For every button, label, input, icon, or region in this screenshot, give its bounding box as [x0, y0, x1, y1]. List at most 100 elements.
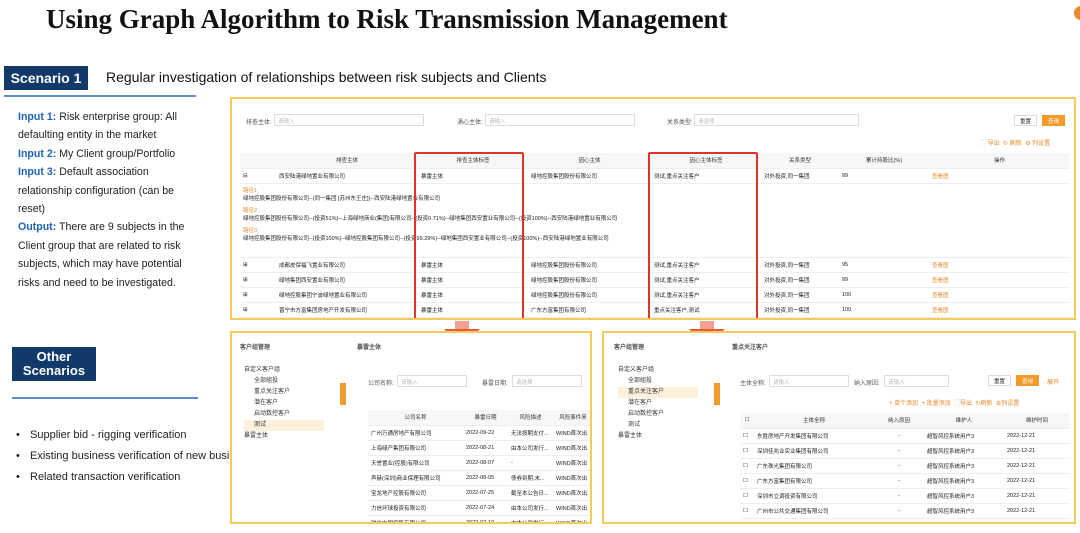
expand-button[interactable]: 展开: [1047, 377, 1059, 386]
focus-subject-input[interactable]: 请输入: [485, 114, 635, 126]
scenario1-badge: Scenario 1: [4, 66, 88, 90]
table-row: ☐ 东胜房地产开发集团有限公司 - 超智风控系统用户3 2022-12-21: [740, 428, 1070, 444]
query-button[interactable]: 查询: [1042, 115, 1066, 126]
column-header[interactable]: 暴雷日期: [463, 410, 508, 426]
tree-item[interactable]: 全部組投: [618, 376, 698, 387]
table-tools: + 单个添加 + 批量添加 ⬚导出 ↻刷新 ⚙列设置: [889, 398, 1019, 407]
table-row: 天誉置业(控股)有限公司 2022-08-07- WIND首次出: [368, 455, 590, 471]
tree-item[interactable]: 潜在客户: [244, 398, 324, 409]
add-batch-button[interactable]: + 批量添加: [922, 401, 951, 407]
expand-toggle[interactable]: ⊞: [240, 272, 276, 288]
table-row: 广州万通房地产有限公司 2022-09-22 无法按期支付... WIND首次出: [368, 425, 590, 441]
panel-header: 客户组管理: [614, 345, 645, 351]
list-item: Related transaction verification: [16, 467, 206, 488]
top-screenshot-panel: 排查主体: 请输入 涌心主体: 请输入 关系类型: 请选择 重置 查询 ⬚ 导出…: [230, 97, 1076, 320]
column-header[interactable]: 维护人: [924, 413, 1004, 429]
slide-title: Using Graph Algorithm to Risk Transmissi…: [46, 4, 728, 34]
column-header[interactable]: 风险描述: [508, 410, 553, 426]
tree-item[interactable]: 启动数控客户: [618, 409, 698, 420]
refresh-button[interactable]: 刷新: [1010, 141, 1022, 147]
table-row: ☐ 广东方富集团有限公司 - 超智风控系统用户3 2022-12-21: [740, 473, 1070, 489]
tree-item-selected[interactable]: 重点关注客户: [618, 387, 698, 398]
input1-label: Input 1:: [18, 111, 57, 123]
row-checkbox[interactable]: ☐: [740, 458, 754, 474]
reset-button[interactable]: 重置: [988, 375, 1012, 386]
reset-button[interactable]: 重置: [1014, 115, 1038, 126]
right-screenshot-panel: 客户组管理 重点关注客户 自定义客户组 全部組投 重点关注客户 潜在客户 启动数…: [602, 331, 1076, 524]
table-row: ☐ 广东珠光集团有限公司 - 超智风控系统用户3 2022-12-21: [740, 458, 1070, 474]
table-row: 融信中国控股有限公司 2022-07-10 由本公司发行... WIND首次出: [368, 515, 590, 522]
view-graph-link[interactable]: 查看图: [929, 302, 1070, 318]
table-row: 力信环球投资有限公司 2022-07-24 由本公司发行... WIND首次出: [368, 500, 590, 516]
tree-root[interactable]: 自定义客户组: [244, 365, 324, 376]
table-tools: ⬚ 导出 ↻ 刷新 ⚙ 列设置: [980, 138, 1050, 147]
left-screenshot-panel: 客户组管理 暴雷主体 自定义客户组 全部組投 重点关注客户 潜在客户 启动数控客…: [230, 331, 592, 524]
view-graph-link[interactable]: 查看图: [929, 257, 1070, 273]
column-header[interactable]: 累计持股比(%): [839, 153, 929, 169]
column-header[interactable]: 因心主体: [528, 153, 651, 169]
query-button[interactable]: 查询: [1016, 375, 1040, 386]
tree-item[interactable]: 暴雷主体: [618, 431, 698, 442]
expand-toggle[interactable]: ⊞: [240, 302, 276, 318]
expand-toggle[interactable]: ⊞: [240, 257, 276, 273]
column-header[interactable]: 排查主体: [276, 153, 418, 169]
row-checkbox[interactable]: ☐: [740, 488, 754, 504]
input2-text: My Client group/Portfolio: [59, 147, 176, 160]
export-button[interactable]: 导出: [988, 141, 1000, 147]
tree-item[interactable]: 全部組投: [244, 376, 324, 387]
relation-type-select[interactable]: 请选择: [694, 114, 859, 126]
column-header[interactable]: 公司名称: [368, 410, 463, 426]
table-row: 上海绿产集团有限公司 2022-08-21 由本公司发行... WIND首次出: [368, 440, 590, 456]
tree-item-selected[interactable]: 测试: [244, 420, 324, 431]
refresh-icon[interactable]: ↻: [1003, 141, 1008, 147]
filter-label: 涌心主体:: [457, 120, 483, 126]
row-checkbox[interactable]: ☐: [740, 428, 754, 444]
column-header[interactable]: 风险事件来: [553, 410, 590, 426]
row-checkbox[interactable]: ☐: [740, 443, 754, 459]
row-checkbox[interactable]: ☐: [740, 503, 754, 519]
select-all-checkbox[interactable]: ☐: [740, 413, 754, 429]
subject-input[interactable]: 请输入: [274, 114, 424, 126]
view-graph-link[interactable]: 查看图: [929, 287, 1070, 303]
group-tree: 自定义客户组 全部組投 重点关注客户 潜在客户 启动数控客户 测试 暴雷主体: [618, 365, 698, 442]
divider: [12, 397, 198, 399]
subject-name-input[interactable]: 请输入: [769, 375, 849, 387]
default-table: 公司名称 暴雷日期 风险描述 风险事件来 广州万通房地产有限公司 2022-09-22 无…: [368, 410, 590, 522]
input2-label: Input 2:: [18, 147, 57, 160]
expand-toggle[interactable]: ⊞: [240, 287, 276, 303]
splitter-handle[interactable]: [340, 383, 346, 405]
add-single-button[interactable]: + 单个添加: [889, 401, 918, 407]
tree-root[interactable]: 自定义客户组: [618, 365, 698, 376]
tree-item[interactable]: 测试: [618, 420, 698, 431]
refresh-button[interactable]: 刷新: [980, 401, 992, 407]
tree-item[interactable]: 潜在客户: [618, 398, 698, 409]
view-graph-link[interactable]: 查看图: [929, 272, 1070, 288]
filter-label: 暴雷日期:: [482, 381, 508, 387]
other-line1: Other: [36, 349, 72, 364]
column-header[interactable]: 关系类型: [761, 153, 839, 169]
view-graph-link[interactable]: 查看图: [929, 168, 1070, 184]
arrow-stem: [700, 321, 714, 329]
collapse-toggle[interactable]: ⊟: [240, 168, 276, 184]
splitter-handle[interactable]: [714, 383, 720, 405]
panel-header: 客户组管理: [240, 345, 271, 351]
column-settings-button[interactable]: 列设置: [1001, 401, 1019, 407]
corner-dot: [1074, 6, 1080, 20]
export-icon[interactable]: ⬚: [980, 141, 986, 147]
column-settings-button[interactable]: 列设置: [1032, 141, 1050, 147]
tree-item[interactable]: 暴雷主体: [244, 431, 324, 442]
row-checkbox[interactable]: ☐: [740, 473, 754, 489]
divider: [4, 95, 196, 97]
reason-input[interactable]: 请输入: [884, 375, 949, 387]
column-header[interactable]: 维护时间: [1004, 413, 1070, 429]
input3-label: Input 3:: [18, 166, 57, 179]
export-button[interactable]: 导出: [960, 401, 972, 407]
tree-item[interactable]: 启动数控客户: [244, 409, 324, 420]
company-name-input[interactable]: 请输入: [397, 375, 467, 387]
date-picker[interactable]: 请选择: [512, 375, 582, 387]
focus-client-table: ☐ 主体全称 纳入原因 维护人 维护时间 ☐ 东胜房地产开发集团有限公司 - 超智风控系统用户…: [740, 413, 1070, 519]
column-header[interactable]: 纳入原因: [874, 413, 924, 429]
gear-icon[interactable]: ⚙: [1025, 141, 1030, 147]
column-header[interactable]: 主体全称: [754, 413, 874, 429]
tree-item[interactable]: 重点关注客户: [244, 387, 324, 398]
